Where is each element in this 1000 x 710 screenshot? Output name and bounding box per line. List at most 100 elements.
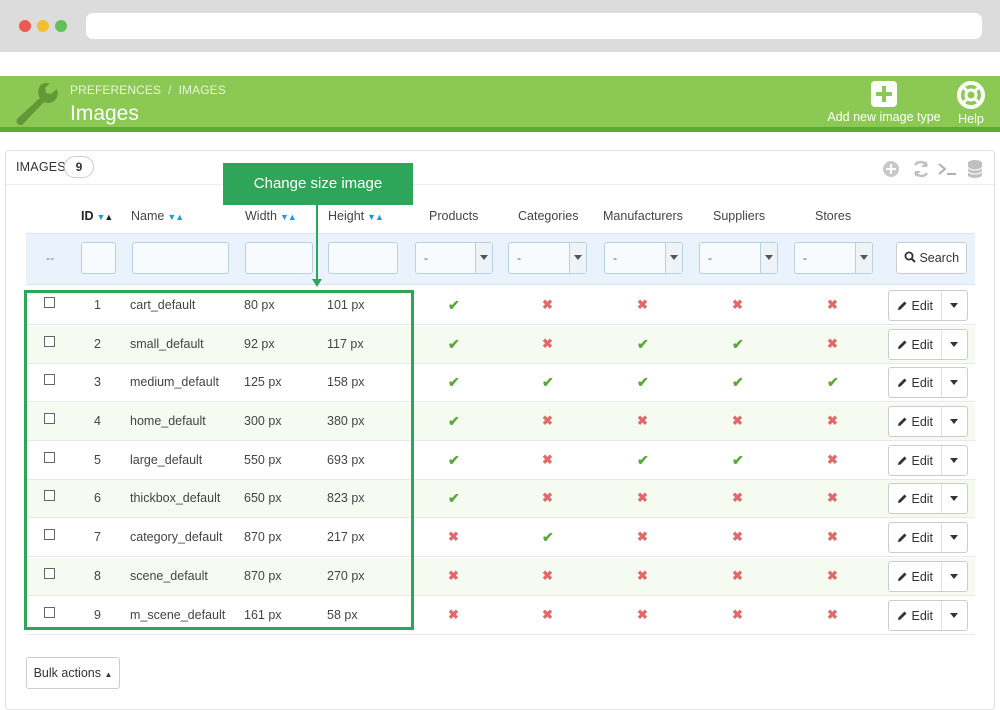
window-close-dot[interactable] <box>19 20 31 32</box>
check-icon[interactable]: ✔ <box>448 452 460 469</box>
chevron-down-icon[interactable] <box>941 407 967 436</box>
cross-icon[interactable]: ✖ <box>448 529 459 545</box>
cross-icon[interactable]: ✖ <box>542 413 553 429</box>
chevron-down-icon[interactable] <box>941 484 967 513</box>
cross-icon[interactable]: ✖ <box>732 529 743 545</box>
filter-name-input[interactable] <box>132 242 229 274</box>
cross-icon[interactable]: ✖ <box>827 452 838 468</box>
cross-icon[interactable]: ✖ <box>827 568 838 584</box>
breadcrumb-images[interactable]: IMAGES <box>179 83 226 97</box>
filter-products-select[interactable]: - <box>415 242 493 274</box>
cross-icon[interactable]: ✖ <box>637 568 648 584</box>
column-header-width[interactable]: Width ▼▲ <box>245 209 297 223</box>
chevron-down-icon[interactable] <box>941 446 967 475</box>
refresh-icon[interactable] <box>910 158 932 180</box>
edit-button[interactable]: Edit <box>888 367 968 398</box>
add-circle-icon[interactable] <box>880 158 902 180</box>
cross-icon[interactable]: ✖ <box>732 568 743 584</box>
table-row[interactable]: 5 large_default 550 px 693 px ✔ ✖ ✔ ✔ ✖ Edit <box>26 442 975 480</box>
cross-icon[interactable]: ✖ <box>827 297 838 313</box>
column-header-id[interactable]: ID ▼▲ <box>81 209 114 223</box>
check-icon[interactable]: ✔ <box>732 452 744 469</box>
table-row[interactable]: 8 scene_default 870 px 270 px ✖ ✖ ✖ ✖ ✖ Edit <box>26 558 975 596</box>
cross-icon[interactable]: ✖ <box>827 413 838 429</box>
chevron-down-icon[interactable] <box>941 330 967 359</box>
column-header-height[interactable]: Height ▼▲ <box>328 209 384 223</box>
cross-icon[interactable]: ✖ <box>827 490 838 506</box>
edit-button[interactable]: Edit <box>888 445 968 476</box>
check-icon[interactable]: ✔ <box>448 413 460 430</box>
row-checkbox[interactable] <box>44 297 55 308</box>
sort-icon[interactable]: ▼▲ <box>280 212 297 222</box>
search-button[interactable]: Search <box>896 242 967 274</box>
database-icon[interactable] <box>964 158 986 180</box>
cross-icon[interactable]: ✖ <box>827 336 838 352</box>
check-icon[interactable]: ✔ <box>448 297 460 314</box>
check-icon[interactable]: ✔ <box>827 374 839 391</box>
check-icon[interactable]: ✔ <box>637 336 649 353</box>
cross-icon[interactable]: ✖ <box>542 297 553 313</box>
filter-id-input[interactable] <box>81 242 116 274</box>
cross-icon[interactable]: ✖ <box>637 607 648 623</box>
edit-button[interactable]: Edit <box>888 406 968 437</box>
row-checkbox[interactable] <box>44 452 55 463</box>
cross-icon[interactable]: ✖ <box>732 490 743 506</box>
breadcrumb-preferences[interactable]: PREFERENCES <box>70 83 161 97</box>
filter-manufacturers-select[interactable]: - <box>604 242 683 274</box>
row-checkbox[interactable] <box>44 413 55 424</box>
table-row[interactable]: 7 category_default 870 px 217 px ✖ ✔ ✖ ✖ ✖ Edit <box>26 519 975 557</box>
cross-icon[interactable]: ✖ <box>637 297 648 313</box>
table-row[interactable]: 6 thickbox_default 650 px 823 px ✔ ✖ ✖ ✖ ✖ Edit <box>26 480 975 518</box>
cross-icon[interactable]: ✖ <box>637 490 648 506</box>
row-checkbox[interactable] <box>44 336 55 347</box>
cross-icon[interactable]: ✖ <box>732 297 743 313</box>
address-bar[interactable] <box>86 13 982 39</box>
chevron-down-icon[interactable] <box>941 601 967 630</box>
filter-stores-select[interactable]: - <box>794 242 873 274</box>
edit-button[interactable]: Edit <box>888 329 968 360</box>
edit-button[interactable]: Edit <box>888 561 968 592</box>
edit-button[interactable]: Edit <box>888 600 968 631</box>
filter-categories-select[interactable]: - <box>508 242 587 274</box>
window-maximize-dot[interactable] <box>55 20 67 32</box>
filter-width-input[interactable] <box>245 242 313 274</box>
check-icon[interactable]: ✔ <box>637 452 649 469</box>
chevron-down-icon[interactable] <box>941 562 967 591</box>
edit-button[interactable]: Edit <box>888 522 968 553</box>
filter-height-input[interactable] <box>328 242 398 274</box>
sort-icon[interactable]: ▼▲ <box>367 212 384 222</box>
check-icon[interactable]: ✔ <box>448 490 460 507</box>
cross-icon[interactable]: ✖ <box>637 529 648 545</box>
cross-icon[interactable]: ✖ <box>542 452 553 468</box>
row-checkbox[interactable] <box>44 568 55 579</box>
cross-icon[interactable]: ✖ <box>542 568 553 584</box>
chevron-down-icon[interactable] <box>941 368 967 397</box>
cross-icon[interactable]: ✖ <box>448 568 459 584</box>
row-checkbox[interactable] <box>44 374 55 385</box>
column-header-name[interactable]: Name ▼▲ <box>131 209 184 223</box>
window-minimize-dot[interactable] <box>37 20 49 32</box>
terminal-icon[interactable] <box>936 158 958 180</box>
help-button[interactable]: Help <box>954 81 988 126</box>
sort-icon[interactable]: ▼▲ <box>97 212 114 222</box>
cross-icon[interactable]: ✖ <box>732 413 743 429</box>
check-icon[interactable]: ✔ <box>448 374 460 391</box>
table-row[interactable]: 3 medium_default 125 px 158 px ✔ ✔ ✔ ✔ ✔ Edit <box>26 364 975 402</box>
filter-suppliers-select[interactable]: - <box>699 242 778 274</box>
check-icon[interactable]: ✔ <box>542 529 554 546</box>
table-row[interactable]: 1 cart_default 80 px 101 px ✔ ✖ ✖ ✖ ✖ Edit <box>26 287 975 325</box>
cross-icon[interactable]: ✖ <box>542 336 553 352</box>
row-checkbox[interactable] <box>44 490 55 501</box>
cross-icon[interactable]: ✖ <box>542 607 553 623</box>
cross-icon[interactable]: ✖ <box>637 413 648 429</box>
sort-icon[interactable]: ▼▲ <box>167 212 184 222</box>
chevron-down-icon[interactable] <box>941 523 967 552</box>
check-icon[interactable]: ✔ <box>637 374 649 391</box>
row-checkbox[interactable] <box>44 607 55 618</box>
check-icon[interactable]: ✔ <box>732 336 744 353</box>
table-row[interactable]: 2 small_default 92 px 117 px ✔ ✖ ✔ ✔ ✖ Edit <box>26 326 975 364</box>
cross-icon[interactable]: ✖ <box>732 607 743 623</box>
row-checkbox[interactable] <box>44 529 55 540</box>
cross-icon[interactable]: ✖ <box>827 529 838 545</box>
bulk-actions-button[interactable]: Bulk actions ▲ <box>26 657 120 689</box>
